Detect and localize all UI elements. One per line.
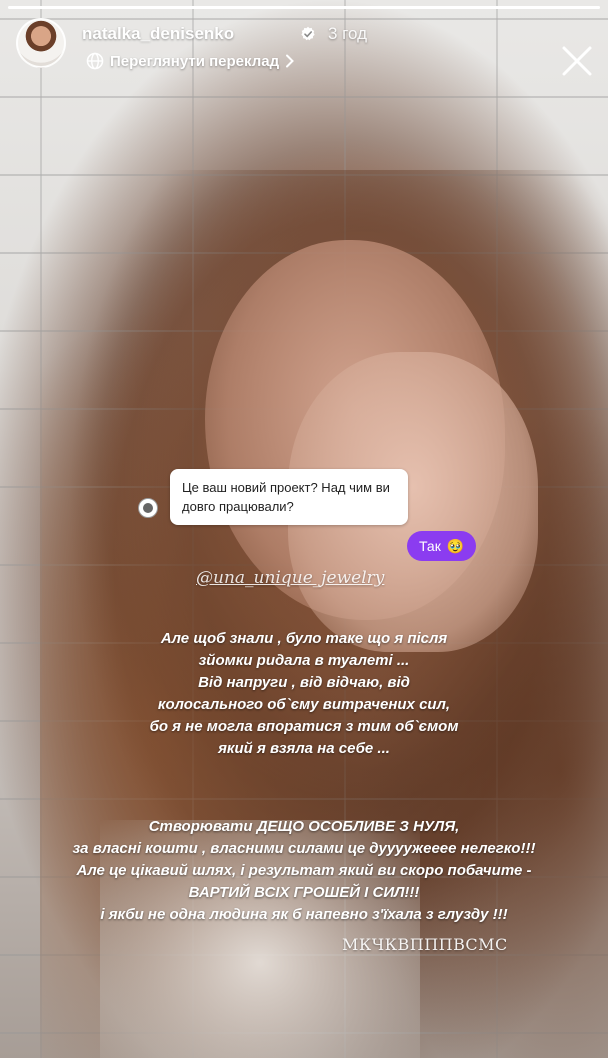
caption-line: який я взяла на себе ... <box>218 740 390 757</box>
story-header: natalka_denisenko 3 год Переглянути пере… <box>16 18 592 76</box>
caption-line: Але це цікавий шлях, і результат який ви… <box>76 862 532 879</box>
signature-text: МКЧКВПППВСМС <box>342 935 508 954</box>
caption-line: Створювати ДЕЩО ОСОБЛИВЕ З НУЛЯ, <box>148 818 460 835</box>
caption-line: і якби не одна людина як б напевно з'їха… <box>100 906 508 923</box>
username[interactable]: natalka_denisenko <box>82 24 234 44</box>
caption-block-1: Але щоб знали , було таке що я після зйо… <box>0 628 608 760</box>
mention-sticker[interactable]: @una_unique_jewelry <box>196 568 384 588</box>
avatar[interactable] <box>16 18 66 68</box>
answer-bubble: Так 🥹 <box>407 531 477 561</box>
verified-badge-icon <box>301 26 315 41</box>
caption-line: Від напруги , від відчаю, від <box>198 674 410 691</box>
caption-block-2: Створювати ДЕЩО ОСОБЛИВЕ З НУЛЯ, за влас… <box>0 816 608 926</box>
caption-line: ВАРТИЙ ВСІХ ГРОШЕЙ І СИЛ!!! <box>188 884 420 901</box>
question-author-avatar <box>138 498 158 518</box>
caption-line: Але щоб знали , було таке що я після <box>160 630 448 647</box>
answer-text: Так <box>419 538 441 554</box>
caption-line: зйомки ридала в туалеті ... <box>198 652 410 669</box>
answer-emoji: 🥹 <box>446 537 465 554</box>
story-progress-fill <box>8 6 600 9</box>
see-translation-label: Переглянути переклад <box>110 52 280 70</box>
question-sticker: Це ваш новий проект? Над чим ви довго пр… <box>170 469 408 525</box>
caption-line: колосального об`єму витрачених сил, <box>157 696 451 713</box>
caption-line: за власні кошти , власними силами це дуу… <box>72 840 536 857</box>
see-translation-link[interactable]: Переглянути переклад <box>86 52 295 70</box>
chevron-right-icon <box>286 54 295 68</box>
close-icon[interactable] <box>560 44 594 78</box>
caption-line: бо я не могла впоратися з тим об`ємом <box>149 718 459 735</box>
translate-icon <box>86 52 104 70</box>
post-time: 3 год <box>328 24 368 43</box>
story-progress-bar <box>8 6 600 9</box>
